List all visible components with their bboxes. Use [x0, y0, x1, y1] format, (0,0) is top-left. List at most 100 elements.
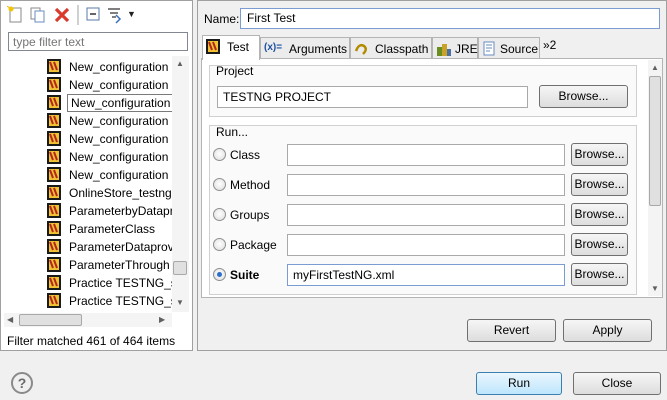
tab-label: JRE: [455, 42, 478, 56]
arguments-icon: (x)=: [264, 42, 283, 53]
package-field[interactable]: [287, 234, 565, 256]
list-item[interactable]: Practice TESTNG_s: [46, 292, 172, 310]
method-radio-button[interactable]: [213, 178, 226, 191]
scroll-thumb[interactable]: [19, 314, 82, 326]
method-radio-label: Method: [230, 178, 271, 192]
class-browse-button[interactable]: Browse...: [571, 143, 628, 166]
toolbar-separator: [77, 5, 79, 25]
run-group-title: Run...: [216, 125, 249, 139]
tab-bar: Test (x)= Arguments Classpath JRE Source…: [201, 35, 666, 60]
groups-field[interactable]: [287, 204, 565, 226]
configuration-tree: New_configuration New_configuration New_…: [2, 56, 172, 312]
list-item-label: ParameterThrough: [69, 258, 170, 272]
list-item-label: Practice TESTNG_s: [69, 294, 172, 308]
filter-status-text: Filter matched 461 of 464 items: [7, 334, 176, 348]
groups-browse-button[interactable]: Browse...: [571, 203, 628, 226]
tree-vertical-scrollbar[interactable]: ▲ ▼: [172, 56, 189, 312]
run-button[interactable]: Run: [476, 372, 562, 395]
list-item[interactable]: Practice TESTNG_s: [46, 274, 172, 292]
testng-icon: [46, 130, 66, 148]
class-radio[interactable]: Class: [213, 146, 293, 164]
suite-field[interactable]: myFirstTestNG.xml: [287, 264, 565, 286]
scroll-up-icon[interactable]: ▲: [176, 59, 184, 68]
tab-classpath[interactable]: Classpath: [350, 37, 432, 59]
list-item[interactable]: New_configuration: [46, 166, 172, 184]
scroll-up-icon[interactable]: ▲: [651, 63, 659, 72]
list-item-label: ParameterbyDatapr: [69, 204, 172, 218]
list-item[interactable]: OnlineStore_testng: [46, 184, 172, 202]
list-item[interactable]: New_configuration: [46, 148, 172, 166]
testng-icon: [46, 238, 66, 256]
suite-radio-button[interactable]: [213, 268, 226, 281]
suite-radio[interactable]: Suite: [213, 266, 293, 284]
method-radio[interactable]: Method: [213, 176, 293, 194]
method-field[interactable]: [287, 174, 565, 196]
testng-icon: [46, 202, 66, 220]
list-item[interactable]: New_configuration: [46, 76, 172, 94]
source-icon: [482, 41, 498, 57]
list-item[interactable]: ParameterDataprov: [46, 238, 172, 256]
class-field[interactable]: [287, 144, 565, 166]
class-radio-button[interactable]: [213, 148, 226, 161]
revert-button[interactable]: Revert: [467, 319, 556, 342]
scroll-thumb[interactable]: [649, 76, 661, 206]
view-menu-chevron-down-icon[interactable]: ▼: [127, 9, 145, 27]
classpath-icon: [354, 41, 370, 57]
list-item-label: ParameterClass: [69, 222, 156, 236]
scroll-thumb[interactable]: [173, 261, 187, 275]
list-item[interactable]: New_configuration: [46, 112, 172, 130]
test-tab-content: Project TESTNG PROJECT Browse... Run... …: [201, 58, 663, 298]
list-item-label: New_configuration: [69, 132, 169, 146]
groups-radio[interactable]: Groups: [213, 206, 293, 224]
tab-test[interactable]: Test: [202, 35, 260, 60]
tab-label: Source: [500, 42, 539, 56]
list-item-selected[interactable]: New_configuration (2): [46, 94, 172, 112]
tab-overflow-button[interactable]: »2: [543, 38, 556, 52]
name-field[interactable]: First Test: [240, 8, 660, 29]
testng-icon: [46, 274, 66, 292]
list-item-label: OnlineStore_testng: [69, 186, 172, 200]
list-item-label: New_configuration (2): [67, 94, 172, 112]
list-item-label: Practice TESTNG_s: [69, 276, 172, 290]
list-item-label: New_configuration: [69, 114, 169, 128]
list-item[interactable]: ParameterThrough: [46, 256, 172, 274]
package-radio[interactable]: Package: [213, 236, 293, 254]
duplicate-icon[interactable]: [29, 6, 47, 24]
delete-icon[interactable]: [53, 6, 71, 24]
tab-label: Classpath: [375, 42, 429, 56]
tab-source[interactable]: Source: [478, 37, 540, 59]
suite-browse-button[interactable]: Browse...: [571, 263, 628, 286]
list-item-label: New_configuration: [69, 168, 169, 182]
filter-input[interactable]: [8, 32, 188, 51]
tab-label: Arguments: [289, 42, 348, 56]
list-item-label: New_configuration: [69, 60, 169, 74]
content-vertical-scrollbar[interactable]: ▲ ▼: [648, 60, 662, 296]
list-item[interactable]: ParameterClass: [46, 220, 172, 238]
new-configuration-icon[interactable]: [6, 5, 25, 24]
scroll-down-icon[interactable]: ▼: [651, 284, 659, 293]
suite-radio-label: Suite: [230, 268, 260, 282]
tab-arguments[interactable]: (x)= Arguments: [260, 37, 350, 59]
package-radio-button[interactable]: [213, 238, 226, 251]
scroll-down-icon[interactable]: ▼: [176, 298, 184, 307]
list-item[interactable]: New_configuration: [46, 130, 172, 148]
list-item[interactable]: New_configuration: [46, 58, 172, 76]
tab-jre[interactable]: JRE: [432, 37, 478, 59]
collapse-all-icon[interactable]: [85, 6, 103, 24]
package-browse-button[interactable]: Browse...: [571, 233, 628, 256]
project-browse-button[interactable]: Browse...: [539, 85, 628, 108]
method-browse-button[interactable]: Browse...: [571, 173, 628, 196]
list-item[interactable]: ParameterbyDatapr: [46, 202, 172, 220]
close-button[interactable]: Close: [573, 372, 661, 395]
filter-icon[interactable]: [106, 6, 124, 24]
project-field[interactable]: TESTNG PROJECT: [217, 86, 528, 108]
run-group: Run... Class Browse... Method Browse... …: [209, 125, 637, 295]
tree-horizontal-scrollbar[interactable]: ◀ ▶: [4, 313, 172, 327]
groups-radio-button[interactable]: [213, 208, 226, 221]
scroll-left-icon[interactable]: ◀: [7, 315, 13, 324]
scroll-right-icon[interactable]: ▶: [159, 315, 165, 324]
help-icon[interactable]: ?: [11, 372, 33, 394]
testng-icon: [206, 39, 222, 55]
apply-button[interactable]: Apply: [563, 319, 652, 342]
testng-icon: [46, 58, 66, 76]
